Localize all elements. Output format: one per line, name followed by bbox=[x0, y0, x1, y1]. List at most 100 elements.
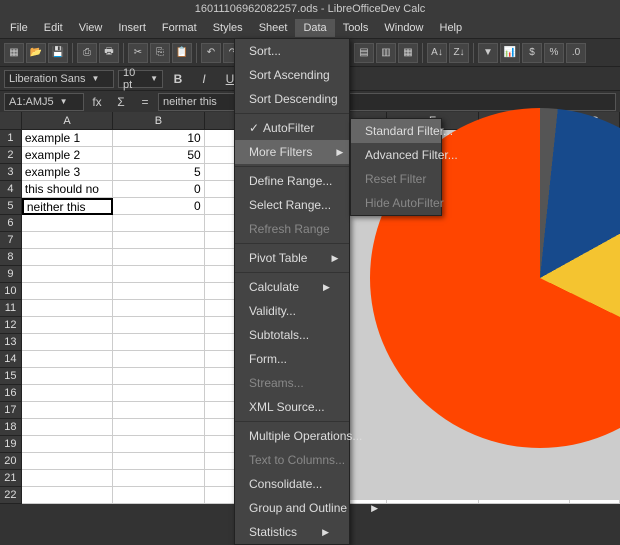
cell[interactable] bbox=[22, 402, 113, 419]
row-header[interactable]: 10 bbox=[0, 283, 22, 300]
row-header[interactable]: 15 bbox=[0, 368, 22, 385]
font-name-combo[interactable]: Liberation Sans ▼ bbox=[4, 70, 114, 88]
cell[interactable] bbox=[22, 232, 113, 249]
menu-tools[interactable]: Tools bbox=[335, 19, 377, 37]
cell[interactable] bbox=[113, 385, 204, 402]
row-header[interactable]: 19 bbox=[0, 436, 22, 453]
print-icon[interactable]: 🖶 bbox=[99, 43, 119, 63]
row-header[interactable]: 6 bbox=[0, 215, 22, 232]
cell[interactable] bbox=[22, 487, 113, 504]
cell[interactable] bbox=[113, 436, 204, 453]
row-header[interactable]: 5 bbox=[0, 198, 22, 215]
undo-icon[interactable]: ↶ bbox=[201, 43, 221, 63]
cell[interactable] bbox=[22, 436, 113, 453]
row-header[interactable]: 13 bbox=[0, 334, 22, 351]
sort-asc-icon[interactable]: A↓ bbox=[427, 43, 447, 63]
cut-icon[interactable]: ✂ bbox=[128, 43, 148, 63]
menu-item[interactable]: Statistics▶ bbox=[235, 520, 349, 544]
row-header[interactable]: 14 bbox=[0, 351, 22, 368]
cell-reference-box[interactable]: A1:AMJ5 ▼ bbox=[4, 93, 84, 111]
cell[interactable] bbox=[22, 368, 113, 385]
cell[interactable] bbox=[113, 402, 204, 419]
cell[interactable] bbox=[113, 215, 204, 232]
cell[interactable] bbox=[22, 300, 113, 317]
paste-icon[interactable]: 📋 bbox=[172, 43, 192, 63]
decimal-icon[interactable]: .0 bbox=[566, 43, 586, 63]
row-header[interactable]: 22 bbox=[0, 487, 22, 504]
cell[interactable] bbox=[113, 334, 204, 351]
menu-item[interactable]: ✓AutoFilter bbox=[235, 116, 349, 140]
cell[interactable] bbox=[22, 283, 113, 300]
row-header[interactable]: 4 bbox=[0, 181, 22, 198]
bold-button[interactable]: B bbox=[167, 70, 189, 88]
row-header[interactable]: 18 bbox=[0, 419, 22, 436]
menu-item[interactable]: Subtotals... bbox=[235, 323, 349, 347]
pdf-icon[interactable]: ⎙ bbox=[77, 43, 97, 63]
cell[interactable] bbox=[22, 317, 113, 334]
col-icon[interactable]: ▥ bbox=[376, 43, 396, 63]
submenu-item[interactable]: Advanced Filter... bbox=[351, 143, 441, 167]
row-header[interactable]: 16 bbox=[0, 385, 22, 402]
save-icon[interactable]: 💾 bbox=[48, 43, 68, 63]
row-header[interactable]: 12 bbox=[0, 317, 22, 334]
cell[interactable] bbox=[113, 266, 204, 283]
cell[interactable] bbox=[22, 470, 113, 487]
cell[interactable] bbox=[22, 266, 113, 283]
cell[interactable] bbox=[113, 249, 204, 266]
menu-data[interactable]: Data bbox=[295, 19, 334, 37]
menu-item[interactable]: Form... bbox=[235, 347, 349, 371]
cell[interactable]: 0 bbox=[113, 181, 204, 198]
open-icon[interactable]: 📂 bbox=[26, 43, 46, 63]
cell[interactable] bbox=[22, 453, 113, 470]
cell[interactable]: 10 bbox=[113, 130, 204, 147]
row-header[interactable]: 9 bbox=[0, 266, 22, 283]
menu-styles[interactable]: Styles bbox=[205, 19, 251, 37]
cell[interactable]: this should no bbox=[22, 181, 113, 198]
new-icon[interactable]: ▦ bbox=[4, 43, 24, 63]
menu-item[interactable]: Sort Ascending bbox=[235, 63, 349, 87]
copy-icon[interactable]: ⎘ bbox=[150, 43, 170, 63]
menu-item[interactable]: Define Range... bbox=[235, 169, 349, 193]
menu-item[interactable]: Consolidate... bbox=[235, 472, 349, 496]
cell[interactable] bbox=[113, 317, 204, 334]
row-header[interactable]: 21 bbox=[0, 470, 22, 487]
equals-icon[interactable]: = bbox=[134, 93, 156, 111]
cell[interactable] bbox=[113, 453, 204, 470]
menu-item[interactable]: Calculate▶ bbox=[235, 275, 349, 299]
menu-sheet[interactable]: Sheet bbox=[251, 19, 296, 37]
cell[interactable]: 5 bbox=[113, 164, 204, 181]
cell[interactable]: example 1 bbox=[22, 130, 113, 147]
row-icon[interactable]: ▤ bbox=[354, 43, 374, 63]
menu-item[interactable]: Validity... bbox=[235, 299, 349, 323]
menu-file[interactable]: File bbox=[2, 19, 36, 37]
cell[interactable]: example 3 bbox=[22, 164, 113, 181]
row-header[interactable]: 20 bbox=[0, 453, 22, 470]
menu-item[interactable]: Pivot Table▶ bbox=[235, 246, 349, 270]
sum-icon[interactable]: Σ bbox=[110, 93, 132, 111]
menu-help[interactable]: Help bbox=[432, 19, 471, 37]
cell[interactable] bbox=[113, 232, 204, 249]
menu-edit[interactable]: Edit bbox=[36, 19, 71, 37]
menu-item[interactable]: XML Source... bbox=[235, 395, 349, 419]
italic-button[interactable]: I bbox=[193, 70, 215, 88]
cell[interactable] bbox=[22, 419, 113, 436]
menu-format[interactable]: Format bbox=[154, 19, 205, 37]
font-size-combo[interactable]: 10 pt ▼ bbox=[118, 70, 163, 88]
menu-item[interactable]: Multiple Operations... bbox=[235, 424, 349, 448]
cell[interactable] bbox=[113, 470, 204, 487]
select-all-corner[interactable] bbox=[0, 112, 22, 130]
cell[interactable] bbox=[113, 368, 204, 385]
row-header[interactable]: 3 bbox=[0, 164, 22, 181]
cell[interactable] bbox=[113, 300, 204, 317]
row-header[interactable]: 7 bbox=[0, 232, 22, 249]
cell[interactable] bbox=[22, 334, 113, 351]
cell[interactable] bbox=[113, 351, 204, 368]
currency-icon[interactable]: $ bbox=[522, 43, 542, 63]
menu-item[interactable]: Sort Descending bbox=[235, 87, 349, 111]
cell[interactable] bbox=[22, 351, 113, 368]
row-header[interactable]: 2 bbox=[0, 147, 22, 164]
menu-item[interactable]: More Filters▶ bbox=[235, 140, 349, 164]
sort-desc-icon[interactable]: Z↓ bbox=[449, 43, 469, 63]
cell[interactable] bbox=[22, 385, 113, 402]
cell[interactable] bbox=[22, 215, 113, 232]
